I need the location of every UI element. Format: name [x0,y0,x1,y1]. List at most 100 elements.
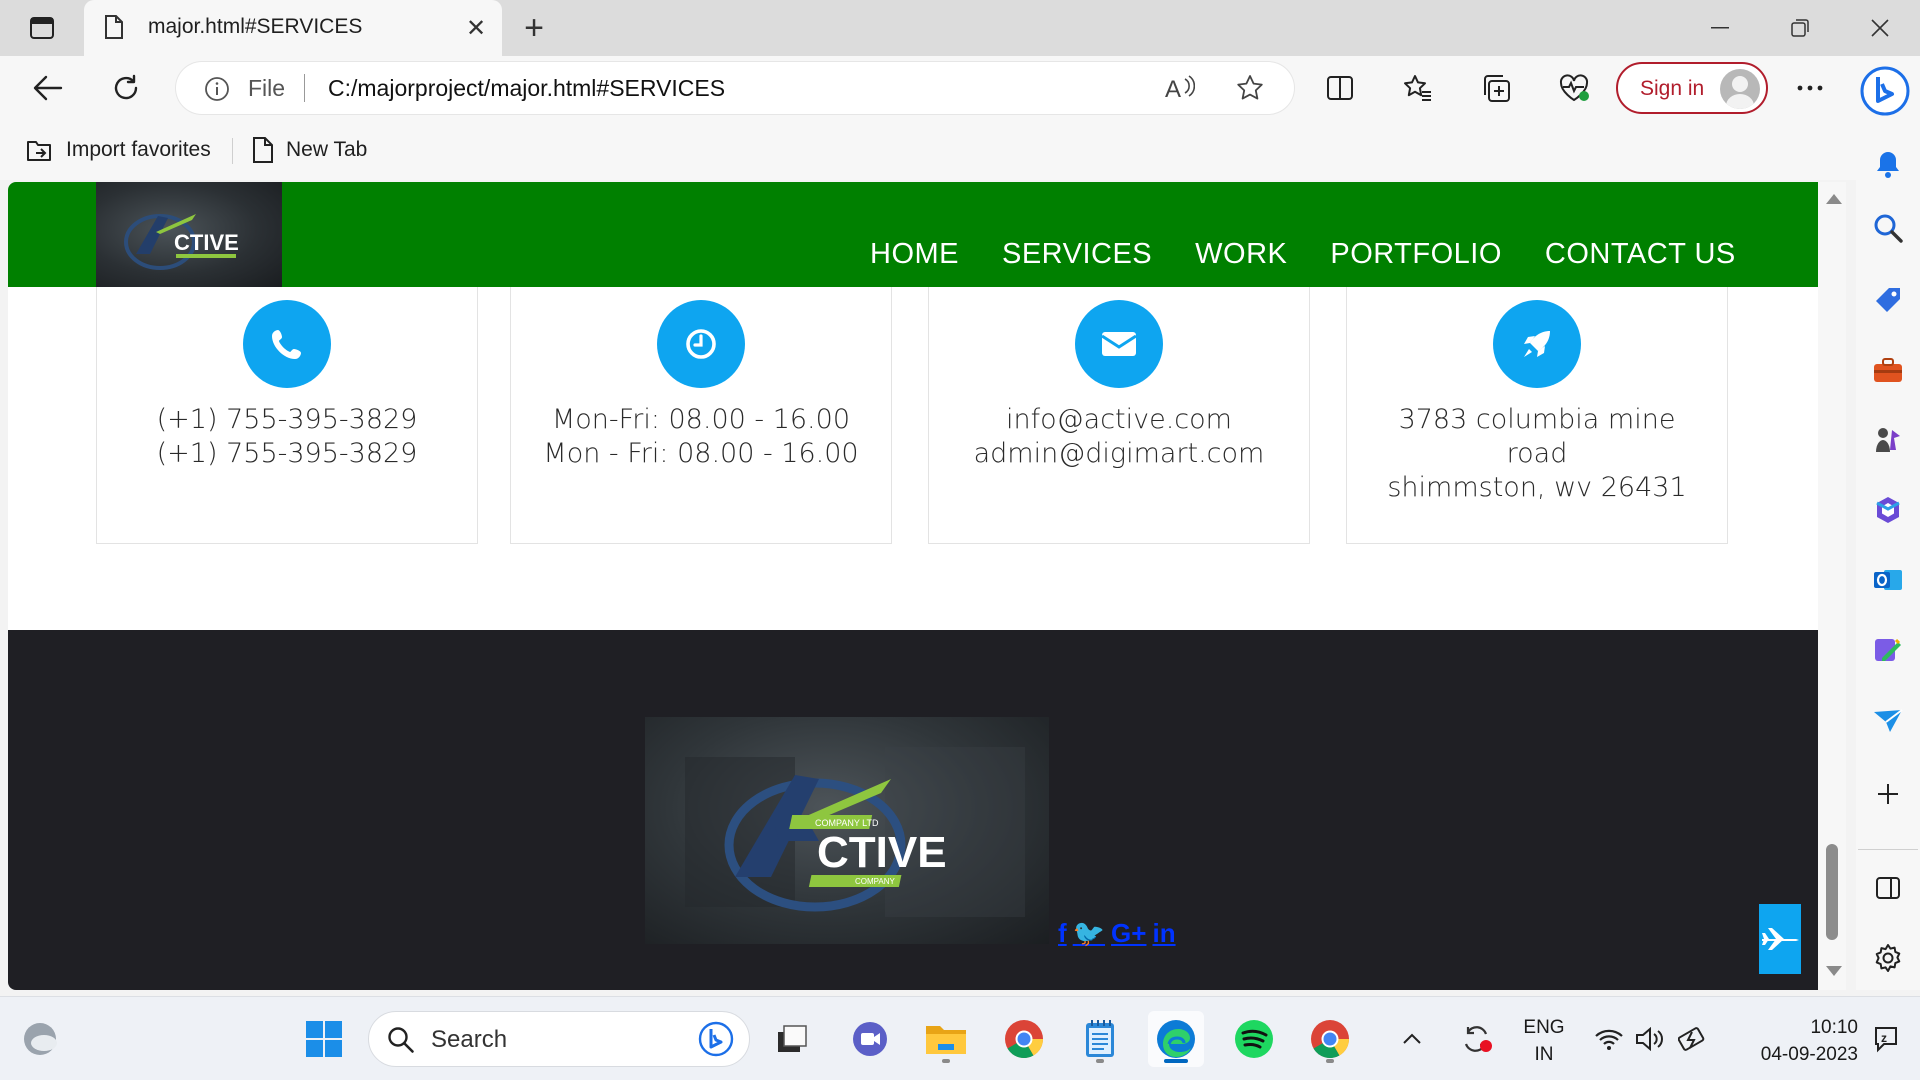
gear-icon[interactable] [1868,938,1908,978]
spotify-icon[interactable] [1226,1011,1282,1067]
nav-links: HOME SERVICES WORK PORTFOLIO CONTACT US [870,238,1736,271]
twitter-link[interactable]: 🐦 [1073,918,1105,949]
search-icon[interactable] [1868,208,1908,248]
tools-briefcase-icon[interactable] [1868,350,1908,390]
taskbar-search[interactable]: Search [368,1011,750,1067]
designer-icon[interactable] [1868,630,1908,670]
scrollbar-thumb[interactable] [1826,844,1838,940]
contact-card-address-text: 3783 columbia mine road shimmston, wv 26… [1347,403,1727,505]
favorites-separator [232,138,233,164]
restore-icon[interactable] [1770,8,1830,48]
weather-widget-icon[interactable] [12,1011,68,1067]
taskbar-search-label: Search [431,1026,508,1053]
add-sidebar-app-icon[interactable] [1868,774,1908,814]
hide-sidebar-icon[interactable] [1868,868,1908,908]
app-running-indicator [942,1059,950,1063]
clock[interactable]: 10:10 04-09-2023 [1722,1014,1858,1068]
phone-icon [243,300,331,388]
nav-link-portfolio[interactable]: PORTFOLIO [1330,238,1502,271]
google-plus-link[interactable]: G+ [1111,918,1146,949]
linkedin-link[interactable]: in [1152,918,1175,949]
nav-link-work[interactable]: WORK [1195,238,1287,271]
close-tab-icon[interactable]: ✕ [460,12,492,44]
nav-link-services[interactable]: SERVICES [1002,238,1152,271]
more-options-icon[interactable] [1788,66,1832,110]
contact-card-hours-text: Mon-Fri: 08.00 - 16.00 Mon - Fri: 08.00 … [511,403,891,471]
windows-taskbar: Search ENG IN 10:10 04-09-2023 z [0,996,1920,1080]
chrome-icon[interactable] [996,1011,1052,1067]
microsoft-365-icon[interactable] [1868,490,1908,530]
sign-in-button[interactable]: Sign in [1616,62,1768,114]
search-icon [388,1027,414,1053]
favorite-star-icon[interactable] [1234,72,1266,104]
games-icon[interactable] [1868,420,1908,460]
chrome-profile-icon[interactable] [1302,1011,1358,1067]
outlook-icon[interactable] [1868,560,1908,600]
favorite-new-tab[interactable]: New Tab [252,134,367,166]
page-scrollbar[interactable] [1818,182,1846,990]
teams-chat-icon[interactable] [842,1011,898,1067]
read-aloud-icon[interactable]: A [1164,72,1196,104]
wifi-icon[interactable] [1592,1011,1626,1067]
favorite-import[interactable]: Import favorites [24,134,211,166]
shopping-tag-icon[interactable] [1868,280,1908,320]
scroll-to-top-button[interactable] [1759,904,1801,974]
language-indicator[interactable]: ENG IN [1514,1014,1574,1068]
favorites-icon[interactable] [1396,66,1440,110]
browser-tab[interactable]: major.html#SERVICES ✕ [84,0,502,56]
collections-icon[interactable] [1474,66,1518,110]
nav-link-contact-us[interactable]: CONTACT US [1545,238,1736,271]
address-bar[interactable]: File C:/majorproject/major.html#SERVICES… [176,62,1294,114]
close-window-icon[interactable] [1850,8,1910,48]
battery-icon[interactable] [1676,1011,1710,1067]
sync-status-icon[interactable] [1454,1011,1500,1067]
sign-in-label: Sign in [1640,77,1705,100]
site-footer: COMPANY LTD CTIVE COMPANY f 🐦 G+ in [8,630,1818,990]
contact-card-address: 3783 columbia mine road shimmston, wv 26… [1346,262,1728,544]
back-arrow-icon[interactable] [26,66,70,110]
page-icon [104,14,124,45]
refresh-icon[interactable] [104,66,148,110]
address-line-2: road [1506,438,1568,469]
email-line-1: info@active.com [1006,404,1232,435]
tab-actions-icon[interactable] [18,12,66,44]
footer-logo-text: CTIVE [817,828,947,877]
info-icon[interactable] [204,76,230,107]
hours-line-1: Mon-Fri: 08.00 - 16.00 [551,404,850,435]
import-favorites-icon [27,141,51,161]
browser-essentials-icon[interactable] [1552,66,1596,110]
tab-title: major.html#SERVICES [148,15,363,38]
sidebar-divider [1858,849,1918,850]
nav-logo-text: CTIVE [174,230,239,255]
language-label: ENG [1523,1017,1565,1038]
scroll-up-arrow-icon[interactable] [1826,194,1842,204]
phone-line-1: (+1) 755-395-3829 [156,404,418,435]
show-hidden-icons-chevron-icon[interactable] [1392,1011,1432,1067]
notepad-icon[interactable] [1072,1011,1128,1067]
new-tab-button[interactable]: + [516,9,552,47]
scroll-down-arrow-icon[interactable] [1826,966,1842,976]
split-screen-icon[interactable] [1318,66,1362,110]
task-view-icon[interactable] [764,1011,820,1067]
volume-icon[interactable] [1632,1011,1666,1067]
url-text[interactable]: C:/majorproject/major.html#SERVICES [328,75,725,102]
facebook-link[interactable]: f [1058,918,1067,949]
nav-logo[interactable]: CTIVE [96,182,282,287]
drop-send-icon[interactable] [1868,700,1908,740]
svg-text:z: z [1881,1031,1887,1045]
notification-bell-icon[interactable] [1868,144,1908,184]
footer-logo[interactable]: COMPANY LTD CTIVE COMPANY [645,717,1049,944]
bing-chat-icon[interactable] [1856,62,1914,120]
contact-card-phone-text: (+1) 755-395-3829 (+1) 755-395-3829 [97,403,477,471]
favorite-new-tab-label: New Tab [286,138,368,161]
edge-sidebar [1856,120,1920,990]
nav-link-home[interactable]: HOME [870,238,959,271]
edge-icon[interactable] [1148,1011,1204,1067]
notification-center-icon[interactable]: z [1866,1011,1906,1067]
minimize-icon[interactable] [1690,8,1750,48]
social-links: f 🐦 G+ in [1058,918,1176,949]
file-explorer-icon[interactable] [918,1011,974,1067]
clock-time: 10:10 [1810,1017,1858,1038]
svg-text:A: A [1165,76,1181,101]
windows-start-icon[interactable] [296,1011,352,1067]
